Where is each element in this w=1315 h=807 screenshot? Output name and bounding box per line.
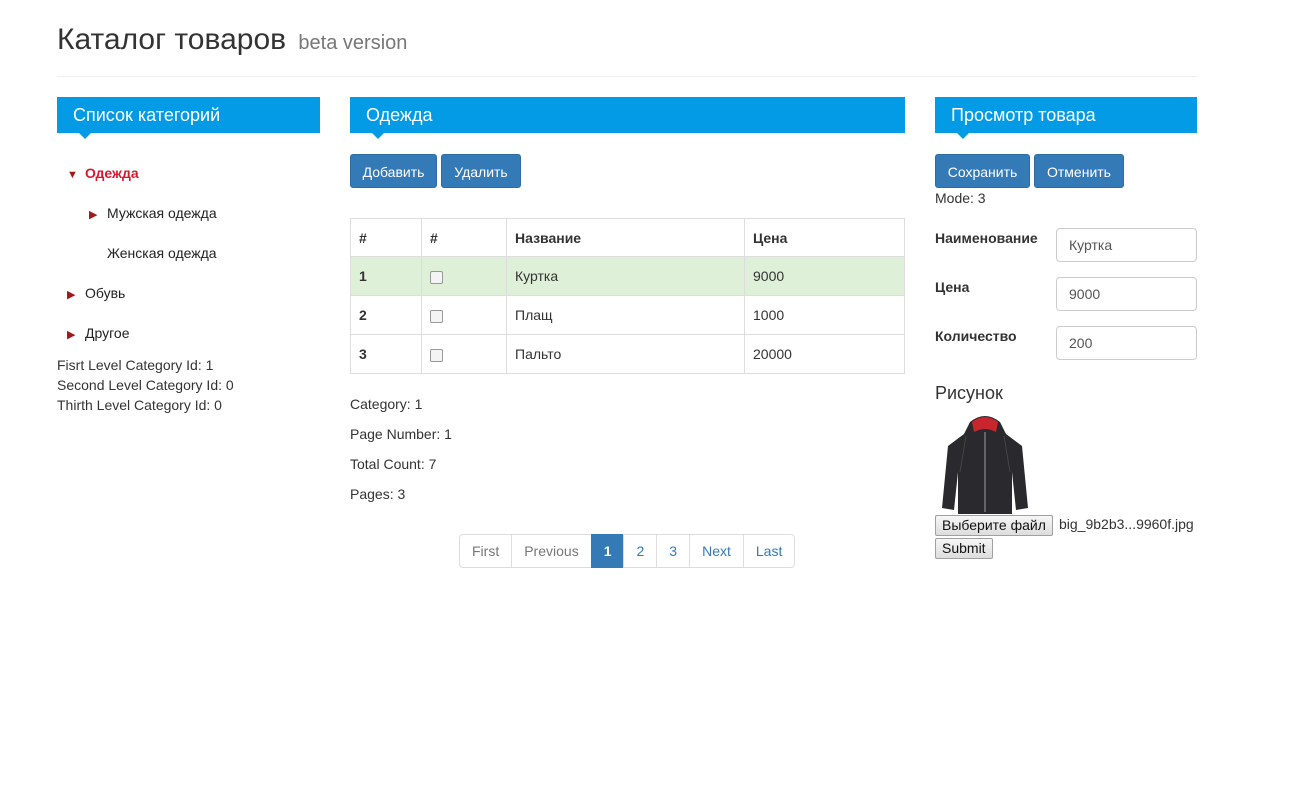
pagination-previous[interactable]: Previous [511, 534, 592, 568]
table-row[interactable]: 2 Плащ 1000 [350, 295, 905, 335]
row-number: 2 [350, 295, 422, 335]
category-item-clothes[interactable]: ▼ Одежда [57, 153, 320, 193]
row-select-cell [421, 334, 507, 374]
total-count-meta: Total Count: 7 [350, 456, 437, 472]
row-checkbox[interactable] [430, 348, 443, 362]
category-label: Женская одежда [107, 245, 217, 261]
category-item-mens-clothes[interactable]: ▶ Мужская одежда [57, 193, 320, 233]
pagination-first[interactable]: First [459, 534, 513, 568]
choose-file-button[interactable]: Выберите файл [935, 515, 1053, 536]
category-item-other[interactable]: ▶ Другое [57, 313, 320, 353]
pagination-page-3[interactable]: 3 [656, 534, 691, 568]
category-item-womens-clothes[interactable]: Женская одежда [57, 233, 320, 273]
caret-right-icon: ▶ [89, 209, 98, 221]
row-number: 1 [350, 256, 422, 296]
caret-right-icon: ▶ [67, 289, 76, 301]
delete-button[interactable]: Удалить [441, 154, 521, 188]
row-select-cell [421, 295, 507, 335]
product-view-heading: Просмотр товара [935, 97, 1197, 139]
pagination-next[interactable]: Next [689, 534, 744, 568]
pagination: First Previous 1 2 3 Next Last [459, 534, 796, 568]
row-price: 20000 [744, 334, 905, 374]
pagination-page-1[interactable]: 1 [590, 534, 625, 568]
image-title: Рисунок [935, 383, 1003, 403]
row-name: Куртка [506, 256, 745, 296]
category-tree: ▼ Одежда ▶ Мужская одежда Женская одежда ▶… [57, 153, 320, 353]
pagination-page-2[interactable]: 2 [623, 534, 658, 568]
mode-label: Mode: 3 [935, 190, 986, 206]
products-heading-text: Одежда [366, 105, 433, 125]
caret-down-icon: ▼ [67, 169, 78, 181]
quantity-input[interactable] [1056, 326, 1197, 360]
products-heading: Одежда [350, 97, 905, 139]
page-subtitle: beta version [298, 32, 408, 54]
category-label: Одежда [85, 165, 139, 181]
row-price: 1000 [744, 295, 905, 335]
categories-heading-text: Список категорий [73, 105, 221, 125]
row-select-cell [421, 256, 507, 296]
price-label: Цена [935, 279, 970, 295]
page-number-meta: Page Number: 1 [350, 426, 452, 442]
submit-button[interactable]: Submit [935, 538, 993, 559]
product-view-heading-text: Просмотр товара [951, 105, 1096, 125]
pagination-last[interactable]: Last [742, 534, 796, 568]
name-label: Наименование [935, 230, 1038, 246]
category-item-shoes[interactable]: ▶ Обувь [57, 273, 320, 313]
row-checkbox[interactable] [430, 309, 443, 323]
row-number: 3 [350, 334, 422, 374]
column-header-name: Название [506, 218, 745, 257]
file-name: big_9b2b3...9960f.jpg [1059, 516, 1194, 532]
column-header-number: # [350, 218, 422, 257]
row-price: 9000 [744, 256, 905, 296]
row-checkbox[interactable] [430, 270, 443, 284]
third-level-id: Thirth Level Category Id: 0 [57, 397, 222, 413]
category-meta: Category: 1 [350, 396, 423, 412]
first-level-id: Fisrt Level Category Id: 1 [57, 357, 214, 373]
category-label: Другое [85, 325, 130, 341]
page-title: Каталог товаров beta version [57, 22, 1197, 61]
column-header-select: # [421, 218, 507, 257]
price-input[interactable] [1056, 277, 1197, 311]
row-name: Пальто [506, 334, 745, 374]
table-row[interactable]: 3 Пальто 20000 [350, 334, 905, 374]
page-title-text: Каталог товаров [57, 23, 287, 56]
table-header-row: # # Название Цена [350, 218, 905, 257]
category-ids-info: Fisrt Level Category Id: 1 Second Level … [57, 355, 234, 415]
add-button[interactable]: Добавить [350, 154, 437, 188]
jacket-image [942, 416, 1028, 514]
heading-notch [79, 133, 91, 139]
pages-meta: Pages: 3 [350, 486, 406, 502]
heading-notch [957, 133, 969, 139]
category-label: Мужская одежда [107, 205, 217, 221]
column-header-price: Цена [744, 218, 905, 257]
page-header: Каталог товаров beta version [57, 22, 1197, 77]
row-name: Плащ [506, 295, 745, 335]
name-input[interactable] [1056, 228, 1197, 262]
second-level-id: Second Level Category Id: 0 [57, 377, 234, 393]
heading-notch [372, 133, 384, 139]
category-label: Обувь [85, 285, 126, 301]
caret-right-icon: ▶ [67, 329, 76, 341]
quantity-label: Количество [935, 328, 1017, 344]
cancel-button[interactable]: Отменить [1034, 154, 1124, 188]
table-row[interactable]: 1 Куртка 9000 [350, 256, 905, 296]
categories-heading: Список категорий [57, 97, 320, 139]
products-table: # # Название Цена 1 Куртка 9000 2 Плащ 1… [350, 218, 905, 374]
save-button[interactable]: Сохранить [935, 154, 1030, 188]
